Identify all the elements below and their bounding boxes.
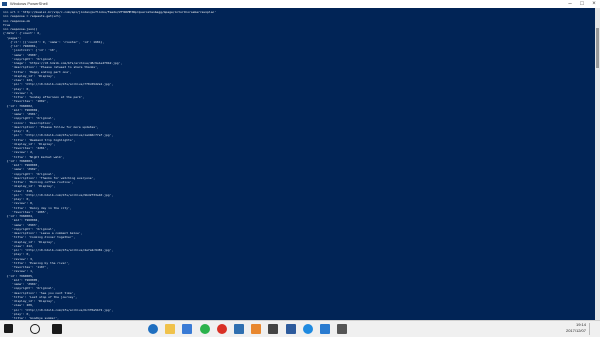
show-desktop-button[interactable]: [589, 323, 598, 335]
powershell-window-icon: [2, 2, 7, 6]
minimize-icon[interactable]: –: [564, 0, 576, 8]
store-icon[interactable]: [182, 324, 192, 334]
clock-date: 2017/12/07: [565, 328, 586, 333]
cortana-icon[interactable]: [30, 324, 40, 334]
wechat-icon[interactable]: [200, 324, 210, 334]
start-icon[interactable]: [4, 324, 13, 333]
app-icon[interactable]: [303, 324, 313, 334]
chrome-icon[interactable]: [217, 324, 227, 334]
folder-icon[interactable]: [165, 324, 175, 334]
maximize-icon[interactable]: □: [576, 0, 588, 8]
task-view-icon[interactable]: [52, 324, 62, 334]
title-bar[interactable]: Windows PowerShell – □ ×: [0, 0, 600, 8]
clock[interactable]: 19:14 2017/12/07: [566, 322, 586, 334]
sublime-icon[interactable]: [251, 324, 261, 334]
taskbar: 19:14 2017/12/07: [0, 320, 600, 337]
window-title: Windows PowerShell: [10, 1, 48, 6]
browser-icon[interactable]: [234, 324, 244, 334]
scrollbar-thumb[interactable]: [596, 28, 599, 68]
vscode-icon[interactable]: [320, 324, 330, 334]
powershell-icon[interactable]: [286, 324, 296, 334]
terminal-icon[interactable]: [268, 324, 278, 334]
edge-icon[interactable]: [148, 324, 158, 334]
powershell-window[interactable]: Windows PowerShell – □ × >>> url = 'http…: [0, 0, 600, 320]
console-output[interactable]: >>> url = 'http://kuaisi.kr/vip/c.com/ap…: [3, 10, 592, 320]
media-icon[interactable]: [337, 324, 347, 334]
scrollbar[interactable]: [595, 8, 600, 320]
close-icon[interactable]: ×: [588, 0, 600, 8]
